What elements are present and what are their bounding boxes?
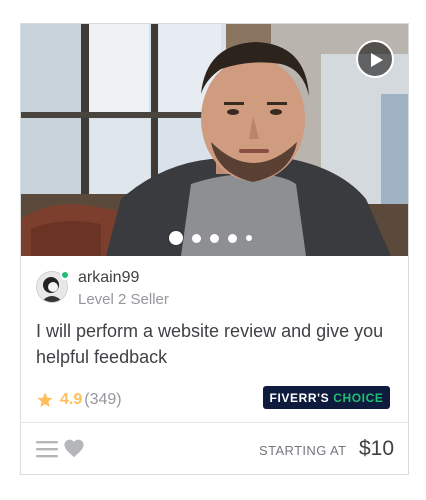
star-icon — [37, 392, 53, 408]
gig-card: arkain99 Level 2 Seller I will perform a… — [20, 23, 409, 475]
seller-avatar-wrap — [36, 270, 70, 303]
gig-media[interactable] — [21, 24, 408, 256]
video-thumbnail — [21, 24, 408, 256]
play-video-button[interactable] — [356, 40, 394, 78]
online-status-indicator — [60, 270, 70, 280]
gallery-dot-4[interactable] — [228, 233, 237, 243]
gallery-dot-5[interactable] — [246, 235, 252, 241]
gallery-pagination — [169, 230, 252, 246]
gallery-dot-1[interactable] — [169, 231, 183, 245]
menu-icon[interactable] — [36, 440, 58, 458]
badge-word-1: FIVERR'S — [269, 390, 330, 405]
badge-word-2: CHOICE — [333, 390, 384, 405]
gig-title[interactable]: I will perform a website review and give… — [36, 318, 396, 370]
gallery-dot-2[interactable] — [192, 233, 201, 243]
seller-info: arkain99 Level 2 Seller — [36, 269, 396, 309]
starting-at-label: STARTING AT — [259, 443, 347, 458]
fiverrs-choice-badge: FIVERR'S CHOICE — [263, 386, 390, 409]
rating-score: 4.9 — [60, 391, 83, 408]
heart-icon[interactable] — [63, 438, 85, 458]
gallery-dot-3[interactable] — [210, 233, 219, 243]
play-icon — [371, 53, 383, 67]
seller-level: Level 2 Seller — [78, 291, 169, 308]
rating-count: (349) — [84, 391, 122, 408]
seller-username[interactable]: arkain99 — [78, 269, 139, 287]
card-footer: STARTING AT $10 — [21, 423, 408, 475]
gig-rating: 4.9 (349) — [36, 390, 122, 410]
gig-price[interactable]: $10 — [359, 437, 394, 461]
